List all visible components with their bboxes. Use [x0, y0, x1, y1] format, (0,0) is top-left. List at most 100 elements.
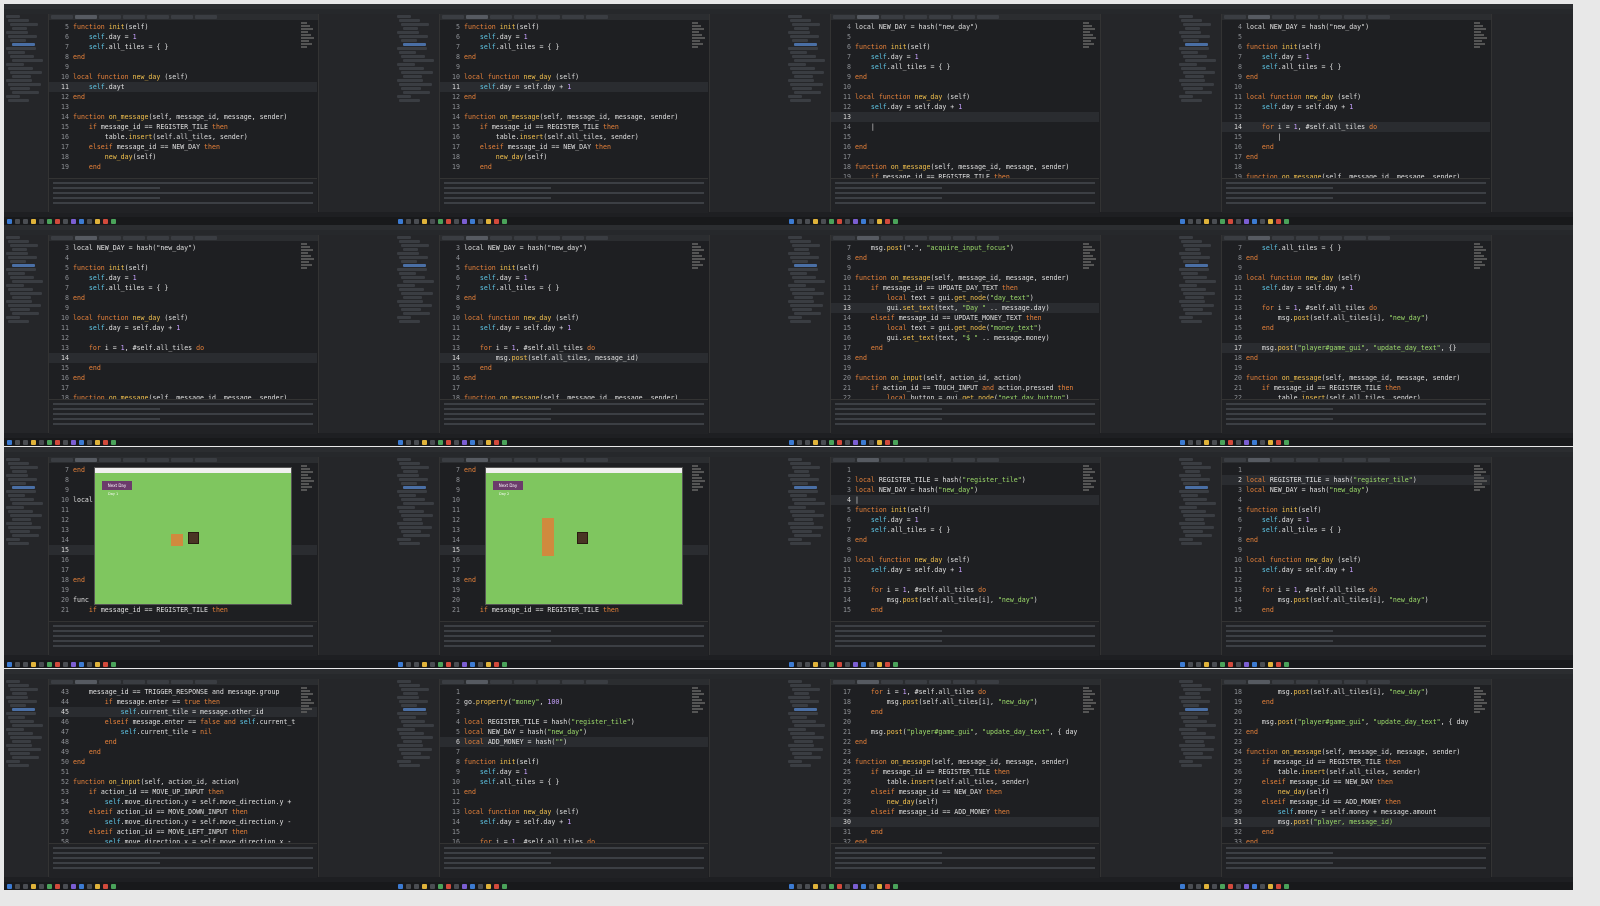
tree-item[interactable]: [790, 684, 811, 687]
taskbar-app-icon[interactable]: [821, 883, 826, 889]
tree-item[interactable]: [790, 320, 811, 323]
editor-tab[interactable]: [147, 236, 169, 240]
tree-item[interactable]: [1181, 526, 1214, 529]
os-taskbar[interactable]: [786, 660, 1182, 668]
tree-item[interactable]: [790, 732, 815, 735]
editor-tab[interactable]: [1296, 236, 1318, 240]
tree-item[interactable]: [788, 47, 818, 50]
properties-panel[interactable]: [318, 457, 400, 655]
taskbar-app-icon[interactable]: [55, 883, 60, 889]
code-area[interactable]: local NEW_DAY = hash("new_day") function …: [464, 241, 704, 399]
editor-tab[interactable]: [195, 680, 217, 684]
project-sidebar[interactable]: [395, 457, 440, 655]
tree-item[interactable]: [6, 63, 24, 66]
taskbar-app-icon[interactable]: [111, 439, 116, 445]
tree-item[interactable]: [10, 71, 42, 74]
tree-item[interactable]: [10, 260, 26, 263]
code-editor[interactable]: 4567891011121314151617181920local NEW_DA…: [831, 20, 1099, 178]
editor-tab[interactable]: [1344, 680, 1366, 684]
tree-item[interactable]: [790, 716, 807, 719]
taskbar-app-icon[interactable]: [7, 218, 12, 224]
tree-item[interactable]: [1181, 240, 1202, 243]
taskbar-app-icon[interactable]: [406, 661, 411, 667]
os-taskbar[interactable]: [4, 438, 400, 446]
editor-tab[interactable]: [1248, 680, 1270, 684]
taskbar-app-icon[interactable]: [502, 439, 507, 445]
tree-item[interactable]: [399, 700, 428, 703]
tree-item[interactable]: [403, 534, 430, 537]
code-editor[interactable]: 3 4 5 6 7 8 9 10 11 12 13 14 15 16 17 18 local NEW_DAY =…: [440, 241, 708, 399]
tree-item[interactable]: [788, 31, 810, 34]
tree-item[interactable]: [8, 35, 37, 38]
tree-item[interactable]: [792, 736, 824, 739]
editor-tab[interactable]: [586, 680, 608, 684]
taskbar-app-icon[interactable]: [63, 218, 68, 224]
console-panel[interactable]: [831, 178, 1099, 213]
tree-item[interactable]: [399, 494, 416, 497]
tree-item[interactable]: [12, 27, 27, 30]
editor-tab[interactable]: [833, 236, 855, 240]
taskbar-app-icon[interactable]: [1276, 883, 1281, 889]
taskbar-app-icon[interactable]: [1284, 661, 1289, 667]
tree-item[interactable]: [401, 720, 425, 723]
taskbar-app-icon[interactable]: [1188, 661, 1193, 667]
taskbar-app-icon[interactable]: [23, 218, 28, 224]
code-area[interactable]: local REGISTER_TILE = hash("register_til…: [855, 463, 1095, 621]
tree-item[interactable]: [6, 284, 24, 287]
taskbar-app-icon[interactable]: [406, 883, 411, 889]
tree-item[interactable]: [794, 470, 809, 473]
editor-tab[interactable]: [881, 680, 903, 684]
taskbar-app-icon[interactable]: [805, 883, 810, 889]
tree-item[interactable]: [397, 63, 415, 66]
editor-tab[interactable]: [1368, 15, 1390, 19]
taskbar-app-icon[interactable]: [454, 883, 459, 889]
tree-item[interactable]: [8, 462, 29, 465]
tree-item[interactable]: [1185, 75, 1204, 78]
tree-item[interactable]: [10, 39, 26, 42]
editor-tab[interactable]: [123, 15, 145, 19]
taskbar-app-icon[interactable]: [430, 218, 435, 224]
editor-tab[interactable]: [857, 236, 879, 240]
taskbar-app-icon[interactable]: [446, 439, 451, 445]
tree-item[interactable]: [403, 724, 434, 727]
code-area[interactable]: local NEW_DAY = hash("new_day") function …: [1246, 20, 1486, 178]
taskbar-app-icon[interactable]: [1228, 883, 1233, 889]
taskbar-app-icon[interactable]: [486, 439, 491, 445]
tree-item[interactable]: [6, 506, 24, 509]
taskbar-app-icon[interactable]: [853, 218, 858, 224]
taskbar-app-icon[interactable]: [111, 883, 116, 889]
tree-item[interactable]: [10, 688, 38, 691]
tree-item[interactable]: [401, 71, 433, 74]
taskbar-app-icon[interactable]: [829, 661, 834, 667]
taskbar-app-icon[interactable]: [1212, 661, 1217, 667]
tree-item[interactable]: [8, 288, 33, 291]
tree-item[interactable]: [397, 538, 411, 541]
tree-item[interactable]: [401, 87, 421, 90]
tree-item[interactable]: [790, 256, 819, 259]
tree-item[interactable]: [8, 256, 37, 259]
tree-item[interactable]: [1181, 478, 1210, 481]
tree-item[interactable]: [399, 240, 420, 243]
taskbar-app-icon[interactable]: [438, 883, 443, 889]
project-sidebar[interactable]: [1177, 235, 1222, 433]
taskbar-app-icon[interactable]: [877, 218, 882, 224]
tree-item[interactable]: [792, 292, 824, 295]
project-sidebar[interactable]: [4, 457, 49, 655]
taskbar-app-icon[interactable]: [1220, 218, 1225, 224]
tree-item[interactable]: [1185, 708, 1208, 711]
tree-item[interactable]: [1185, 756, 1212, 759]
tree-item[interactable]: [12, 248, 27, 251]
taskbar-app-icon[interactable]: [79, 439, 84, 445]
taskbar-app-icon[interactable]: [95, 661, 100, 667]
code-area[interactable]: go.property("money", 100) local REGISTER_…: [464, 685, 704, 843]
tree-item[interactable]: [399, 304, 432, 307]
properties-panel[interactable]: [709, 679, 791, 877]
editor-tab[interactable]: [538, 680, 560, 684]
tree-item[interactable]: [8, 478, 37, 481]
tree-item[interactable]: [788, 268, 818, 271]
tree-item[interactable]: [1181, 700, 1210, 703]
tree-item[interactable]: [1179, 728, 1197, 731]
tree-item[interactable]: [403, 756, 430, 759]
tree-item[interactable]: [403, 502, 434, 505]
taskbar-app-icon[interactable]: [861, 218, 866, 224]
